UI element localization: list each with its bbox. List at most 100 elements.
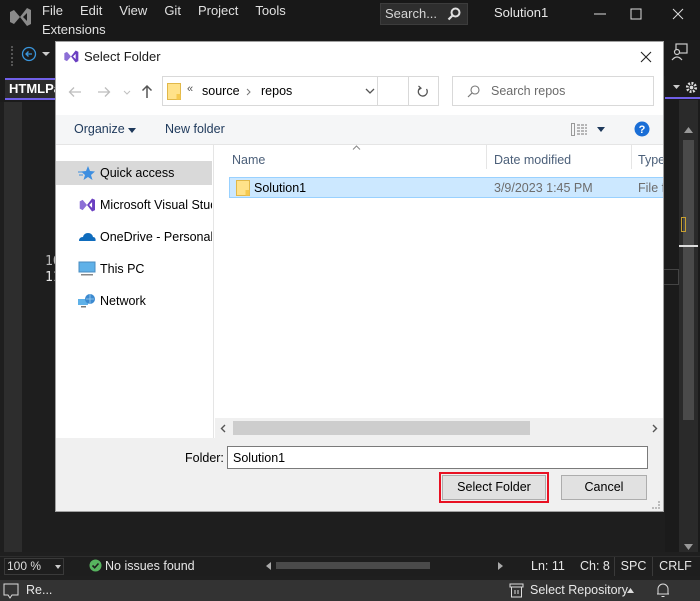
horizontal-scrollbar-thumb[interactable] <box>276 562 430 569</box>
cancel-button[interactable]: Cancel <box>561 475 647 500</box>
breadcrumb-chevron-icon[interactable] <box>246 88 251 96</box>
column-header-name[interactable]: Name <box>232 153 265 167</box>
zoom-dropdown[interactable]: 100 % <box>4 558 64 575</box>
line-indicator[interactable]: Ln: 11 <box>531 559 565 573</box>
address-history-dropdown[interactable] <box>365 76 409 106</box>
nav-item-visual-studio[interactable]: Microsoft Visual Studio <box>56 193 212 217</box>
chevron-down-icon[interactable] <box>673 85 680 90</box>
organize-label: Organize <box>74 122 125 136</box>
dialog-close-button[interactable] <box>635 46 657 68</box>
minimap-box <box>664 269 679 285</box>
organize-button[interactable]: Organize <box>74 122 137 136</box>
scroll-right-icon[interactable] <box>498 562 503 570</box>
column-header-type[interactable]: Type <box>638 153 663 167</box>
recent-locations-chevron-icon[interactable] <box>123 90 131 95</box>
change-view-dropdown-icon[interactable] <box>597 127 605 132</box>
whitespace-indicator[interactable]: SPC <box>614 557 653 576</box>
scroll-down-icon[interactable] <box>684 544 693 550</box>
menu-project[interactable]: Project <box>198 1 238 20</box>
nav-item-onedrive[interactable]: OneDrive - Personal <box>56 225 212 249</box>
star-icon <box>78 166 95 180</box>
nav-item-label: This PC <box>100 262 145 276</box>
search-repos-input[interactable]: Search repos <box>452 76 654 106</box>
scrollbar-thumb[interactable] <box>683 140 694 420</box>
file-name: Solution1 <box>254 181 307 195</box>
file-list-horizontal-scrollbar[interactable] <box>215 418 663 438</box>
file-date: 3/9/2023 1:45 PM <box>494 181 593 195</box>
chevron-down-icon <box>365 88 375 94</box>
computer-icon <box>78 261 96 276</box>
toolbar-grip[interactable] <box>11 46 15 66</box>
accent-line <box>665 97 700 99</box>
network-icon <box>78 294 95 308</box>
select-folder-button[interactable]: Select Folder <box>439 472 549 503</box>
caret-marker <box>679 245 698 247</box>
nav-item-label: Network <box>100 294 146 308</box>
column-divider[interactable] <box>631 145 632 169</box>
gear-icon[interactable] <box>685 81 698 94</box>
maximize-icon[interactable] <box>626 4 646 24</box>
dialog-title: Select Folder <box>84 49 161 64</box>
menu-git[interactable]: Git <box>164 1 181 20</box>
column-header-date[interactable]: Date modified <box>494 153 571 167</box>
zoom-value: 100 % <box>7 559 42 573</box>
line-ending-indicator[interactable]: CRLF <box>653 557 698 576</box>
menu-tools[interactable]: Tools <box>255 1 285 20</box>
check-circle-icon <box>89 559 102 572</box>
file-list: Name Date modified Type Solution1 3/9/20… <box>215 145 663 438</box>
notification-bell-icon[interactable] <box>655 582 671 598</box>
caret-down-icon <box>128 128 137 133</box>
refresh-button[interactable] <box>408 76 439 106</box>
scroll-marker <box>681 217 686 232</box>
scroll-right-icon[interactable] <box>652 424 658 433</box>
breadcrumb-repos[interactable]: repos <box>261 84 292 98</box>
output-icon[interactable] <box>3 583 19 599</box>
resize-grip[interactable] <box>652 501 660 509</box>
scroll-up-icon[interactable] <box>684 127 693 133</box>
folder-name-input[interactable] <box>227 446 648 469</box>
issues-status[interactable]: No issues found <box>105 559 195 573</box>
close-icon <box>640 51 652 63</box>
nav-item-network[interactable]: Network <box>56 289 212 313</box>
menu-edit[interactable]: Edit <box>80 1 102 20</box>
search-icon <box>467 85 480 98</box>
file-row[interactable]: Solution1 3/9/2023 1:45 PM File folder <box>229 177 663 198</box>
file-type: File folder <box>638 181 663 195</box>
minimize-icon[interactable] <box>590 4 610 24</box>
editor-status-row: 100 % No issues found Ln: 11 Ch: 8 SPC C… <box>0 556 700 576</box>
menu-extensions[interactable]: Extensions <box>42 20 106 39</box>
up-arrow-icon[interactable] <box>141 84 153 99</box>
tab-htmlpage[interactable]: HTMLPage1.html <box>5 78 60 100</box>
scroll-left-icon[interactable] <box>220 424 226 433</box>
breadcrumb-source[interactable]: source <box>202 84 240 98</box>
close-window-icon[interactable] <box>668 4 688 24</box>
nav-item-this-pc[interactable]: This PC <box>56 257 212 281</box>
search-icon <box>447 7 461 21</box>
address-bar[interactable]: « source repos <box>162 76 378 106</box>
forward-arrow-icon[interactable] <box>97 86 111 98</box>
view-details-icon[interactable] <box>571 123 588 136</box>
visual-studio-icon <box>64 50 79 63</box>
live-share-icon[interactable] <box>670 42 690 62</box>
svg-text:?: ? <box>639 124 646 136</box>
navigate-back-icon[interactable] <box>21 46 37 62</box>
new-folder-button[interactable]: New folder <box>165 122 225 136</box>
help-icon[interactable]: ? <box>634 121 650 137</box>
char-indicator[interactable]: Ch: 8 <box>580 559 610 573</box>
column-divider[interactable] <box>486 145 487 169</box>
vs-search-box[interactable]: Search... <box>380 3 468 25</box>
command-bar: Organize New folder ? <box>56 115 663 145</box>
folder-label: Folder: <box>185 451 224 465</box>
chevron-up-icon[interactable] <box>627 588 634 593</box>
menu-view[interactable]: View <box>119 1 147 20</box>
ready-status: Re... <box>26 583 53 597</box>
scroll-left-icon[interactable] <box>266 562 271 570</box>
scrollbar-thumb[interactable] <box>233 421 530 435</box>
nav-item-quick-access[interactable]: Quick access <box>56 161 212 185</box>
chevron-down-icon[interactable] <box>42 52 50 57</box>
menu-file[interactable]: File <box>42 1 63 20</box>
nav-item-label: Microsoft Visual Studio <box>100 198 212 212</box>
select-repository-button[interactable]: Select Repository <box>530 583 628 597</box>
back-arrow-icon[interactable] <box>68 86 82 98</box>
breadcrumb-overflow[interactable]: « <box>187 83 193 95</box>
